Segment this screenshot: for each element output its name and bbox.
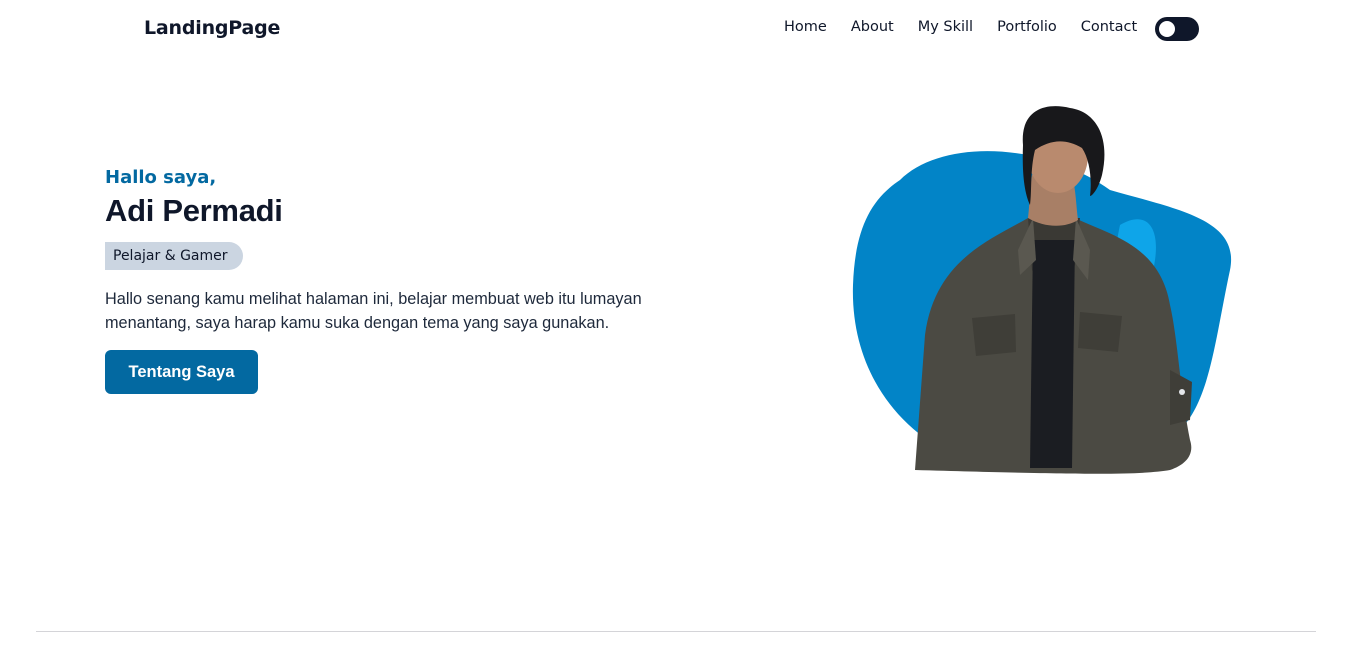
- nav-link-contact[interactable]: Contact: [1081, 19, 1137, 35]
- nav-links: Home About My Skill Portfolio Contact: [784, 19, 1137, 35]
- about-me-button[interactable]: Tentang Saya: [105, 350, 258, 394]
- role-badge: Pelajar & Gamer: [105, 242, 243, 270]
- nav-link-portfolio[interactable]: Portfolio: [997, 19, 1057, 35]
- hero-greeting: Hallo saya,: [105, 167, 217, 188]
- toggle-knob: [1159, 21, 1175, 37]
- nav-link-home[interactable]: Home: [784, 19, 827, 35]
- hero-name: Adi Permadi: [105, 193, 283, 228]
- nav-link-my-skill[interactable]: My Skill: [918, 19, 973, 35]
- footer-divider: [36, 631, 1316, 632]
- hero-portrait-image: [852, 106, 1232, 474]
- nav-link-about[interactable]: About: [851, 19, 894, 35]
- navbar: LandingPage Home About My Skill Portfoli…: [0, 0, 1350, 58]
- dark-mode-toggle[interactable]: [1155, 17, 1199, 41]
- brand-logo[interactable]: LandingPage: [144, 17, 280, 39]
- hero-description: Hallo senang kamu melihat halaman ini, b…: [105, 290, 642, 332]
